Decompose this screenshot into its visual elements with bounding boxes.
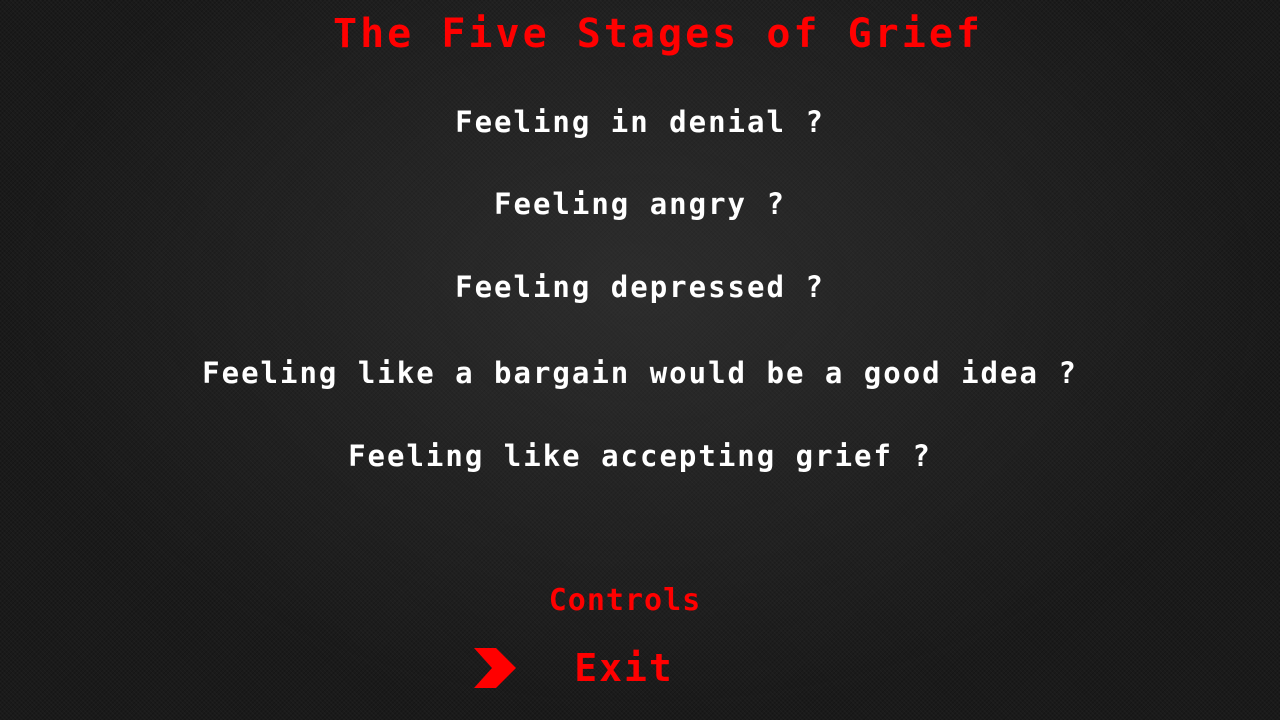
stage-acceptance: Feeling like accepting grief ? [348,439,932,473]
stage-anger: Feeling angry ? [494,187,786,221]
controls-menu-item[interactable]: Controls [0,582,1265,620]
game-title: The Five Stages of Grief [333,11,983,57]
exit-menu-item[interactable]: Exit [0,644,1264,692]
stage-depression: Feeling depressed ? [455,270,825,304]
stage-denial: Feeling in denial ? [455,105,825,139]
stage-bargaining: Feeling like a bargain would be a good i… [202,356,1078,390]
